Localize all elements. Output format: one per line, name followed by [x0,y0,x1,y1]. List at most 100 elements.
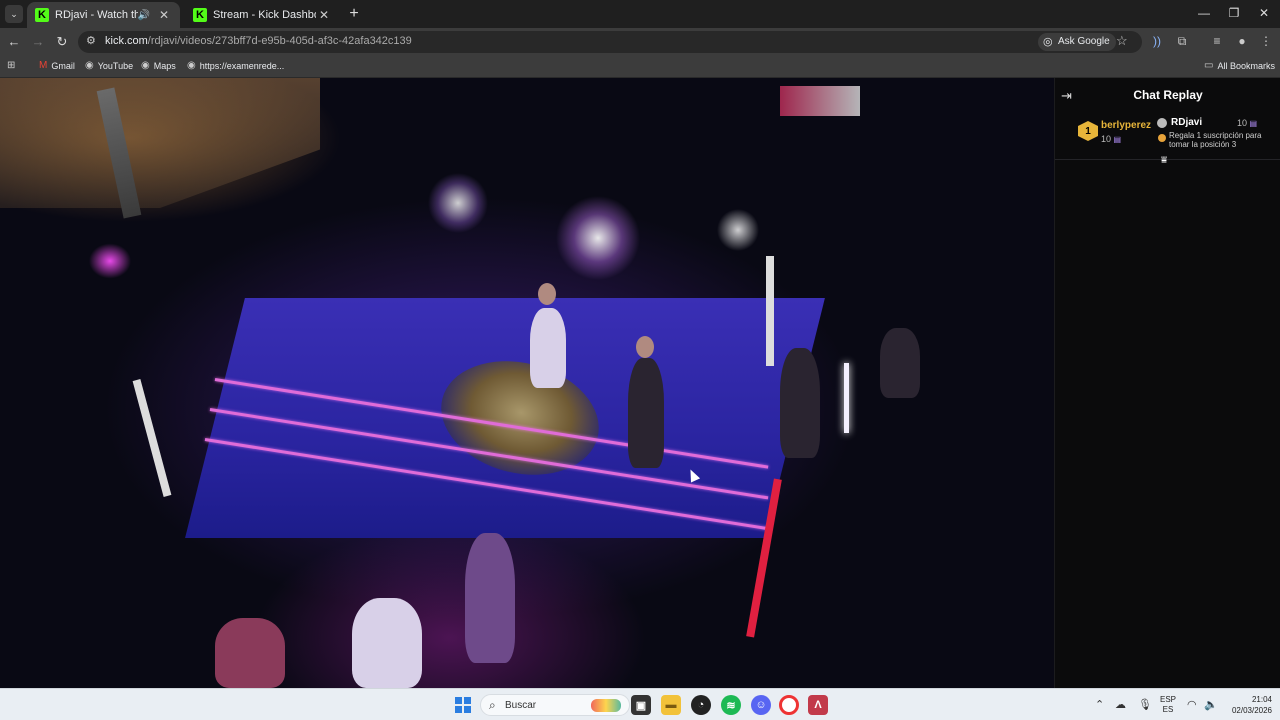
video-player[interactable] [0,78,1054,688]
boxer-head [538,283,556,305]
tab-rdjavi-vod[interactable]: K RDjavi - Watch the VOD on 🔊 ✕ [27,2,180,28]
onedrive-icon[interactable]: ☁ [1115,698,1126,711]
app-icon[interactable]: ◔ [691,695,711,715]
spectator [215,618,285,688]
subscription-icon [1158,134,1166,142]
pinned-gift-leaderboard[interactable]: 1 berlyperez 10 ▤ RDjavi 10 ▤ Regala 1 s… [1055,112,1280,166]
microphone-icon[interactable]: 🎙 [1138,698,1152,711]
bookmark-star-icon[interactable]: ☆ [1116,33,1128,49]
new-tab-button[interactable]: + [345,5,363,23]
close-tab-icon[interactable]: ✕ [316,8,332,22]
wifi-icon[interactable]: ◠ [1187,698,1197,711]
streamer-count-value: 10 [1237,118,1248,128]
task-view-icon[interactable]: ▣ [631,695,651,715]
ring-corner-post [132,379,172,497]
chat-title: Chat Replay [1133,88,1203,102]
back-icon[interactable]: ← [5,33,23,51]
spectator [880,328,920,398]
close-tab-icon[interactable]: ✕ [156,8,172,22]
url-text[interactable]: kick.com/rdjavi/videos/273bff7d-e95b-405… [105,35,412,47]
tab-strip: ⌄ K RDjavi - Watch the VOD on 🔊 ✕ K Stre… [0,0,1280,28]
minimize-icon[interactable]: — [1194,6,1214,20]
boxer [530,308,566,388]
tray-expand-icon[interactable]: ⌃ [1095,698,1104,711]
menu-icon[interactable]: ⋮ [1258,34,1274,48]
boxer-head [636,336,654,358]
app-icon[interactable]: Λ [808,695,828,715]
apps-grid-icon[interactable]: ⊞ [7,60,19,71]
video-scene-sign [780,86,860,116]
forward-icon[interactable]: → [29,33,47,51]
ask-google-label: Ask Google [1058,36,1110,47]
expand-icon[interactable]: ⩸ [1161,155,1167,166]
clock[interactable]: 21:04 02/03/2026 [1224,694,1272,716]
close-window-icon[interactable]: ✕ [1254,6,1274,20]
bookmark-label: Gmail [51,60,75,71]
address-bar[interactable]: ⚙ kick.com/rdjavi/videos/273bff7d-e95b-4… [78,31,1142,53]
bookmark-youtube[interactable]: ◉ YouTube [85,60,133,71]
bookmark-label: YouTube [97,60,134,71]
url-host: kick.com [105,35,148,47]
restore-icon[interactable]: ❐ [1224,6,1244,20]
tab-search-icon[interactable]: ⌄ [5,5,23,23]
language-indicator[interactable]: ESP ES [1160,695,1176,715]
extensions-icon[interactable]: ⧉ [1174,34,1190,49]
bookmark-maps[interactable]: ◉ Maps [141,60,176,71]
lang-bottom: ES [1162,705,1174,714]
site-info-icon[interactable]: ⚙ [86,34,96,47]
search-icon: ⌕ [489,698,496,712]
cast-icon[interactable]: )) [1149,34,1165,48]
folder-icon: ▭ [1204,60,1214,71]
all-bookmarks-label: All Bookmarks [1217,60,1275,71]
bookmarks-bar: ⊞ M Gmail ◉ YouTube ◉ Maps ◉ https://examenr… [0,56,1280,78]
search-label: Buscar [505,700,537,711]
gifter-count-value: 10 [1101,134,1112,144]
profile-avatar-icon[interactable]: ● [1234,34,1250,48]
tab-title: Stream - Kick Dashboard [213,9,316,21]
streamer-count: 10 ▤ [1237,118,1257,128]
windows-start-icon[interactable] [455,697,471,713]
speaker-icon[interactable]: 🔊 [138,10,150,21]
google-lens-icon: ◎ [1043,36,1053,48]
reading-list-icon[interactable]: ≡ [1209,34,1225,48]
streamer-avatar-icon [1157,118,1167,128]
globe-icon: ◉ [141,60,150,71]
tab-kick-dashboard[interactable]: K Stream - Kick Dashboard ✕ [185,2,340,28]
gifter-name[interactable]: berlyperez [1101,120,1151,131]
reload-icon[interactable]: ↻ [53,33,71,51]
bookmark-gmail[interactable]: M Gmail [39,60,75,71]
clock-time: 21:04 [1251,695,1272,704]
ask-google-button[interactable]: ◎ Ask Google [1038,33,1116,51]
boxer [628,358,664,468]
ring-corner-post [766,256,774,366]
bookmark-label: Maps [153,60,176,71]
all-bookmarks-button[interactable]: ▭ All Bookmarks [1204,60,1275,71]
gift-icon: ▤ [1113,135,1122,144]
spectator [352,598,422,688]
rank-badge: 1 [1078,121,1098,141]
chat-header: ⇥ Chat Replay [1055,78,1280,112]
spotify-icon[interactable]: ≋ [721,695,741,715]
file-explorer-icon[interactable]: ▬ [661,695,681,715]
bookmark-label: https://examenrede... [199,60,285,71]
globe-icon: ◉ [187,60,196,71]
browser-toolbar: ← → ↻ ⚙ kick.com/rdjavi/videos/273bff7d-… [0,28,1280,56]
gift-icon: ▤ [1249,119,1258,128]
chat-replay-panel: ⇥ Chat Replay 1 berlyperez 10 ▤ RDjavi 1… [1054,78,1280,688]
spectator [465,533,515,663]
volume-icon[interactable]: 🔈 [1204,698,1218,711]
light-stick [844,363,849,433]
streamer-name[interactable]: RDjavi [1171,117,1202,128]
video-scene-house [0,78,320,208]
bookmark-examenrede[interactable]: ◉ https://examenrede... [187,60,284,71]
kick-favicon-icon: K [193,8,207,22]
search-highlight-icon [591,699,621,712]
gifter-count: 10 ▤ [1101,134,1121,144]
taskbar-search[interactable]: ⌕ Buscar [480,694,630,716]
tab-title: RDjavi - Watch the VOD on [55,9,138,21]
kick-favicon-icon: K [35,8,49,22]
url-path: /rdjavi/videos/273bff7d-e95b-405d-af3c-4… [147,35,412,47]
spectator [780,348,820,458]
discord-icon[interactable]: ☺ [751,695,771,715]
chrome-icon[interactable] [779,695,799,715]
